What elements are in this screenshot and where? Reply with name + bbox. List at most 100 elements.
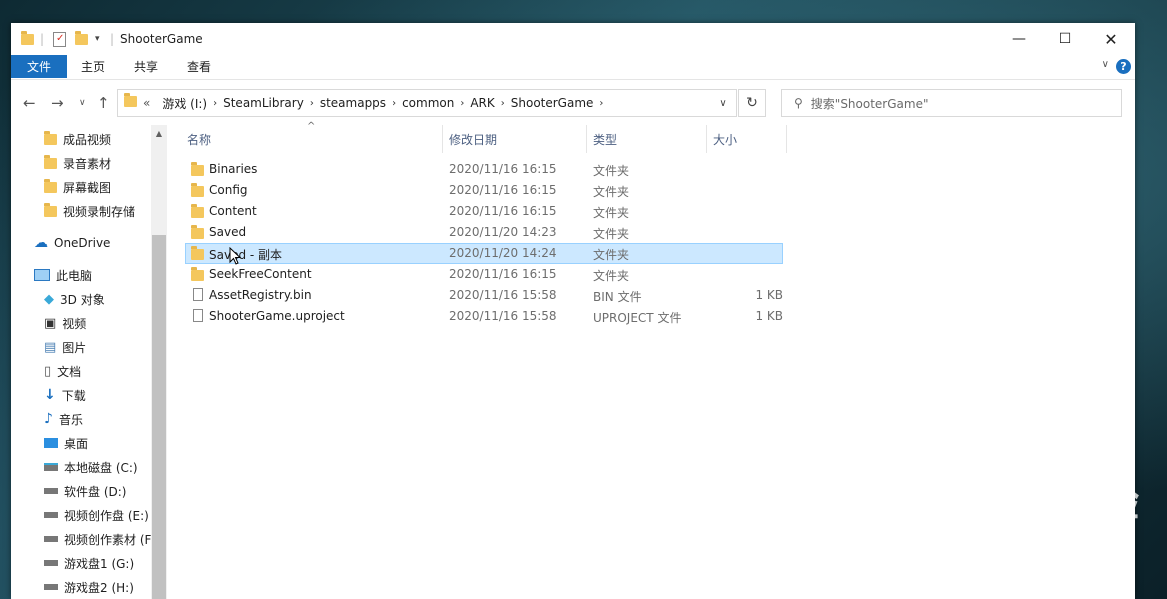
scroll-up-icon[interactable]: ▲ xyxy=(151,125,167,141)
file-date: 2020/11/16 16:15 xyxy=(449,267,557,281)
refresh-button[interactable]: ↻ xyxy=(738,89,766,117)
sidebar-item-this-pc[interactable]: 此电脑 xyxy=(34,263,92,287)
expand-ribbon-icon[interactable]: ∨ xyxy=(1102,59,1109,70)
cloud-icon: ☁ xyxy=(34,235,48,251)
sidebar-scrollbar[interactable]: ▲ xyxy=(151,125,167,599)
new-folder-icon[interactable] xyxy=(75,30,88,47)
sidebar-item-drive-g[interactable]: 游戏盘1 (G:) xyxy=(44,551,134,575)
file-name: AssetRegistry.bin xyxy=(209,288,312,302)
scrollbar-thumb[interactable] xyxy=(152,235,166,599)
tab-share[interactable]: 共享 xyxy=(134,55,158,78)
sidebar-item-drive-d[interactable]: 软件盘 (D:) xyxy=(44,479,126,503)
breadcrumb-item[interactable]: 游戏 (I:) xyxy=(156,95,213,112)
sidebar-item-drive-c[interactable]: 本地磁盘 (C:) xyxy=(44,455,138,479)
tab-file[interactable]: 文件 xyxy=(11,55,67,78)
breadcrumb-overflow[interactable]: « xyxy=(137,96,156,110)
document-icon: ▯ xyxy=(44,363,52,379)
desktop-icon xyxy=(44,438,58,448)
help-icon[interactable]: ? xyxy=(1116,59,1131,74)
table-row-selected[interactable]: Saved - 副本 2020/11/20 14:24 文件夹 xyxy=(185,243,783,264)
breadcrumb-item[interactable]: ShooterGame xyxy=(505,96,600,110)
file-name: Saved - 副本 xyxy=(209,248,283,262)
column-divider[interactable] xyxy=(586,125,587,153)
sidebar-item-downloads[interactable]: ↓ 下载 xyxy=(44,383,86,407)
folder-icon xyxy=(44,154,57,169)
sidebar-item-quick[interactable]: 录音素材 xyxy=(44,151,111,175)
folder-icon xyxy=(191,162,204,176)
column-divider[interactable] xyxy=(786,125,787,153)
folder-icon xyxy=(191,225,204,239)
up-arrow-icon[interactable]: ↑ xyxy=(97,94,110,112)
close-button[interactable]: ✕ xyxy=(1088,23,1134,55)
sidebar-item-drive-h[interactable]: 游戏盘2 (H:) xyxy=(44,575,134,599)
column-divider[interactable] xyxy=(442,125,443,153)
sidebar-item-desktop[interactable]: 桌面 xyxy=(44,431,88,455)
video-icon: ▣ xyxy=(44,315,57,331)
mouse-cursor-icon xyxy=(229,246,242,269)
chevron-down-icon[interactable]: ∨ xyxy=(710,90,736,116)
file-type: BIN 文件 xyxy=(593,290,642,304)
breadcrumb-item[interactable]: common xyxy=(396,96,460,110)
column-header-type[interactable]: 类型 xyxy=(593,125,617,153)
recent-locations-icon[interactable]: ∨ xyxy=(79,98,86,108)
sidebar-item-music[interactable]: ♪ 音乐 xyxy=(44,407,83,431)
file-size: 1 KB xyxy=(755,309,783,323)
sidebar-item-3d-objects[interactable]: ◆ 3D 对象 xyxy=(44,287,105,311)
table-row[interactable]: Saved 2020/11/20 14:23 文件夹 xyxy=(185,222,783,243)
sidebar-item-quick[interactable]: 屏幕截图 xyxy=(44,175,111,199)
customize-toolbar-icon[interactable]: ▾ xyxy=(95,31,100,47)
folder-icon xyxy=(44,130,57,145)
folder-icon xyxy=(191,204,204,218)
file-type: 文件夹 xyxy=(593,206,630,220)
table-row[interactable]: Content 2020/11/16 16:15 文件夹 xyxy=(185,201,783,222)
baidu-jingyan-watermark: Bai du 经验 jingyan.baidu.com xyxy=(895,470,1140,545)
breadcrumb-item[interactable]: ARK xyxy=(464,96,500,110)
watermark-brand: Bai du 经验 xyxy=(895,480,1141,526)
table-row[interactable]: Binaries 2020/11/16 16:15 文件夹 xyxy=(185,159,783,180)
sidebar-item-onedrive[interactable]: ☁ OneDrive xyxy=(34,231,110,255)
tab-home[interactable]: 主页 xyxy=(81,55,105,78)
sidebar-item-drive-e[interactable]: 视频创作盘 (E:) xyxy=(44,503,149,527)
column-header-date[interactable]: 修改日期 xyxy=(449,125,497,153)
file-icon xyxy=(193,309,203,322)
folder-icon xyxy=(44,202,57,217)
properties-icon[interactable]: ✓ xyxy=(53,31,66,47)
table-row[interactable]: SeekFreeContent 2020/11/16 16:15 文件夹 xyxy=(185,264,783,285)
folder-icon xyxy=(191,183,204,197)
chevron-right-icon[interactable]: › xyxy=(599,98,603,109)
back-arrow-icon[interactable]: ← xyxy=(23,94,36,112)
watermark-url: jingyan.baidu.com xyxy=(895,526,1043,545)
computer-icon xyxy=(34,269,50,281)
column-divider[interactable] xyxy=(706,125,707,153)
file-name: Binaries xyxy=(209,162,258,176)
table-row[interactable]: Config 2020/11/16 16:15 文件夹 xyxy=(185,180,783,201)
navigation-pane: 成品视频 录音素材 屏幕截图 视频录制存储 ☁ OneDrive 此电脑 ◆ 3D … xyxy=(11,125,167,599)
search-input[interactable]: ⚲ 搜索"ShooterGame" xyxy=(781,89,1122,117)
file-date: 2020/11/16 16:15 xyxy=(449,204,557,218)
file-size: 1 KB xyxy=(755,288,783,302)
breadcrumb-item[interactable]: SteamLibrary xyxy=(217,96,310,110)
search-icon: ⚲ xyxy=(794,96,803,110)
navigation-bar: ← → ∨ ↑ « 游戏 (I:) › SteamLibrary › steam… xyxy=(11,79,1135,126)
table-row[interactable]: AssetRegistry.bin 2020/11/16 15:58 BIN 文… xyxy=(185,285,783,306)
table-row[interactable]: ShooterGame.uproject 2020/11/16 15:58 UP… xyxy=(185,306,783,327)
folder-icon xyxy=(124,93,137,110)
drive-icon xyxy=(44,488,58,494)
file-name: Content xyxy=(209,204,257,218)
file-type: 文件夹 xyxy=(593,248,630,262)
sidebar-item-videos[interactable]: ▣ 视频 xyxy=(44,311,86,335)
sidebar-item-drive-f[interactable]: 视频创作素材 (F xyxy=(44,527,151,551)
sidebar-item-quick[interactable]: 视频录制存储 xyxy=(44,199,135,223)
sidebar-item-quick[interactable]: 成品视频 xyxy=(44,127,111,151)
tab-view[interactable]: 查看 xyxy=(187,55,211,78)
minimize-button[interactable]: — xyxy=(996,23,1042,55)
sidebar-item-documents[interactable]: ▯ 文档 xyxy=(44,359,81,383)
column-header-name[interactable]: 名称 xyxy=(187,125,211,153)
breadcrumb-item[interactable]: steamapps xyxy=(314,96,392,110)
forward-arrow-icon[interactable]: → xyxy=(51,94,64,112)
maximize-button[interactable]: ☐ xyxy=(1042,23,1088,55)
address-bar[interactable]: « 游戏 (I:) › SteamLibrary › steamapps › c… xyxy=(117,89,737,117)
column-header-size[interactable]: 大小 xyxy=(713,125,737,153)
sidebar-item-pictures[interactable]: ▤ 图片 xyxy=(44,335,86,359)
drive-icon xyxy=(44,584,58,590)
